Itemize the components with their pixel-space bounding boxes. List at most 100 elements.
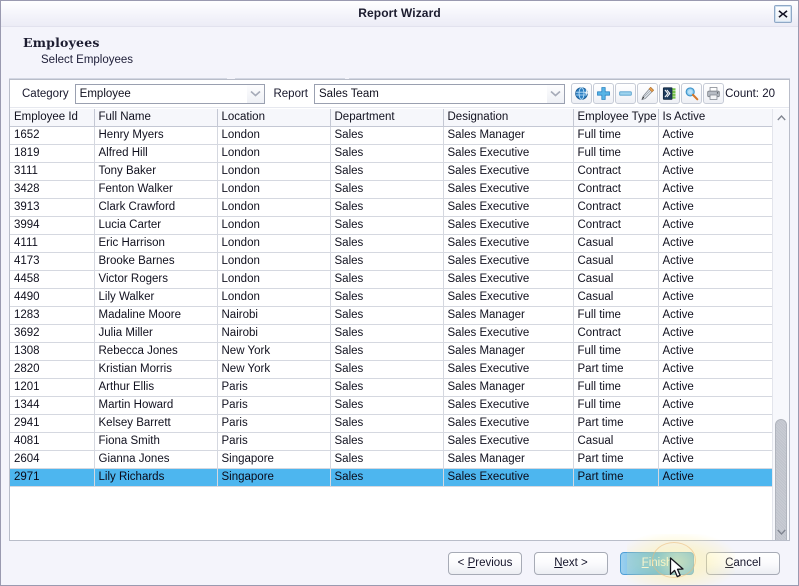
cell-designation: Sales Executive — [443, 180, 574, 199]
cell-full-name: Kelsey Barrett — [94, 414, 218, 433]
cell-employee-type: Casual — [573, 270, 659, 289]
table-row[interactable]: 1283 Madaline Moore Nairobi Sales Sales Mana… — [10, 306, 772, 325]
chevron-down-icon[interactable] — [247, 84, 265, 103]
column-header-department[interactable]: Department — [330, 109, 444, 127]
cell-location: Nairobi — [217, 324, 331, 343]
table-row[interactable]: 1819 Alfred Hill London Sales Sales Executiv… — [10, 144, 772, 163]
button-label: Finish — [641, 557, 673, 569]
cell-full-name: Victor Rogers — [94, 270, 218, 289]
table-row[interactable]: 2971 Lily Richards Singapore Sales Sales Exe… — [10, 468, 772, 487]
column-header-full-name[interactable]: Full Name — [94, 109, 218, 127]
table-row[interactable]: 4458 Victor Rogers London Sales Sales Execut… — [10, 270, 772, 289]
chevron-down-icon[interactable] — [547, 84, 565, 103]
cell-full-name: Kristian Morris — [94, 360, 218, 379]
table-row[interactable]: 1652 Henry Myers London Sales Sales Manager F… — [10, 126, 772, 145]
cell-full-name: Lily Richards — [94, 468, 218, 487]
scrollbar-thumb[interactable] — [775, 419, 787, 540]
export-excel-icon — [663, 87, 676, 100]
table-row[interactable]: 2941 Kelsey Barrett Paris Sales Sales Execut… — [10, 414, 772, 433]
table-row[interactable]: 4173 Brooke Barnes London Sales Sales Execut… — [10, 252, 772, 271]
step-header: Employees Select Employees — [1, 27, 798, 72]
cell-location: Paris — [217, 414, 331, 433]
cell-location: London — [217, 288, 331, 307]
column-header-is-active[interactable]: Is Active — [658, 109, 772, 127]
cell-employee-type: Part time — [573, 414, 659, 433]
cell-full-name: Rebecca Jones — [94, 342, 218, 361]
finish-button[interactable]: Finish — [620, 551, 694, 575]
cell-department: Sales — [330, 306, 444, 325]
add-button[interactable] — [593, 83, 615, 104]
column-header-location[interactable]: Location — [217, 109, 331, 127]
table-row[interactable]: 4081 Fiona Smith Paris Sales Sales Executive… — [10, 432, 772, 451]
cell-designation: Sales Executive — [443, 198, 574, 217]
category-label: Category — [22, 87, 69, 100]
cell-department: Sales — [330, 126, 444, 145]
page-subtitle: Select Employees — [41, 54, 134, 66]
cell-employee-id: 3111 — [10, 162, 95, 181]
column-header-employee-type[interactable]: Employee Type — [573, 109, 659, 127]
cell-full-name: Lucia Carter — [94, 216, 218, 235]
table-row[interactable]: 1344 Martin Howard Paris Sales Sales Executi… — [10, 396, 772, 415]
filter-toolbar: Category Employee Report Sales Team Coun… — [10, 80, 789, 108]
cell-location: New York — [217, 360, 331, 379]
cell-department: Sales — [330, 342, 444, 361]
cell-is-active: Active — [658, 198, 772, 217]
cell-employee-type: Full time — [573, 126, 659, 145]
cell-designation: Sales Executive — [443, 216, 574, 235]
cell-location: London — [217, 162, 331, 181]
cell-location: London — [217, 270, 331, 289]
cell-is-active: Active — [658, 342, 772, 361]
table-row[interactable]: 3428 Fenton Walker London Sales Sales Execut… — [10, 180, 772, 199]
edit-button[interactable] — [637, 83, 659, 104]
next-button[interactable]: Next > — [534, 551, 608, 575]
cell-department: Sales — [330, 396, 444, 415]
column-header-designation[interactable]: Designation — [443, 109, 574, 127]
cell-is-active: Active — [658, 432, 772, 451]
search-button[interactable] — [681, 83, 703, 104]
table-row[interactable]: 2604 Gianna Jones Singapore Sales Sales Mana… — [10, 450, 772, 469]
export-excel-button[interactable] — [659, 83, 681, 104]
table-row[interactable]: 1308 Rebecca Jones New York Sales Sales Mana… — [10, 342, 772, 361]
cell-department: Sales — [330, 270, 444, 289]
report-dropdown[interactable]: Sales Team — [314, 83, 566, 104]
print-button[interactable] — [703, 83, 725, 104]
cell-is-active: Active — [658, 252, 772, 271]
cell-employee-id: 2604 — [10, 450, 95, 469]
table-row[interactable]: 3994 Lucia Carter London Sales Sales Executi… — [10, 216, 772, 235]
print-icon — [707, 87, 720, 100]
table-row[interactable]: 3111 Tony Baker London Sales Sales Executive… — [10, 162, 772, 181]
table-row[interactable]: 3692 Julia Miller Nairobi Sales Sales Execut… — [10, 324, 772, 343]
cell-department: Sales — [330, 432, 444, 451]
column-header-employee-id[interactable]: Employee Id — [10, 109, 95, 127]
cell-is-active: Active — [658, 360, 772, 379]
table-row[interactable]: 4111 Eric Harrison London Sales Sales Execut… — [10, 234, 772, 253]
close-button[interactable] — [774, 5, 792, 23]
content-panel: Category Employee Report Sales Team Coun… — [9, 79, 790, 541]
refresh-button[interactable] — [571, 83, 593, 104]
category-dropdown[interactable]: Employee — [74, 83, 266, 104]
cell-is-active: Active — [658, 378, 772, 397]
previous-button[interactable]: < Previous — [448, 551, 522, 575]
cell-employee-type: Contract — [573, 216, 659, 235]
scroll-up-button[interactable] — [773, 109, 789, 126]
table-row[interactable]: 3913 Clark Crawford London Sales Sales Execu… — [10, 198, 772, 217]
cell-department: Sales — [330, 234, 444, 253]
scroll-down-button[interactable] — [773, 523, 789, 540]
wizard-footer: < Previous Next > Finish Cancel — [1, 541, 798, 585]
add-plus-icon — [597, 87, 611, 100]
cell-location: London — [217, 234, 331, 253]
cell-full-name: Gianna Jones — [94, 450, 218, 469]
table-row[interactable]: 4490 Lily Walker London Sales Sales Executiv… — [10, 288, 772, 307]
table-body: 1652 Henry Myers London Sales Sales Manager F… — [10, 126, 772, 487]
cancel-button[interactable]: Cancel — [706, 551, 780, 575]
remove-button[interactable] — [615, 83, 637, 104]
cell-is-active: Active — [658, 468, 772, 487]
table-row[interactable]: 2820 Kristian Morris New York Sales Sales Ex… — [10, 360, 772, 379]
vertical-scrollbar[interactable] — [772, 109, 789, 540]
table-row[interactable]: 1201 Arthur Ellis Paris Sales Sales Manager F… — [10, 378, 772, 397]
report-label: Report — [273, 87, 308, 100]
cell-location: London — [217, 252, 331, 271]
chevron-up-icon — [776, 114, 786, 120]
report-wizard-window: Report Wizard Employees Select Employees… — [0, 0, 799, 586]
cell-designation: Sales Executive — [443, 432, 574, 451]
